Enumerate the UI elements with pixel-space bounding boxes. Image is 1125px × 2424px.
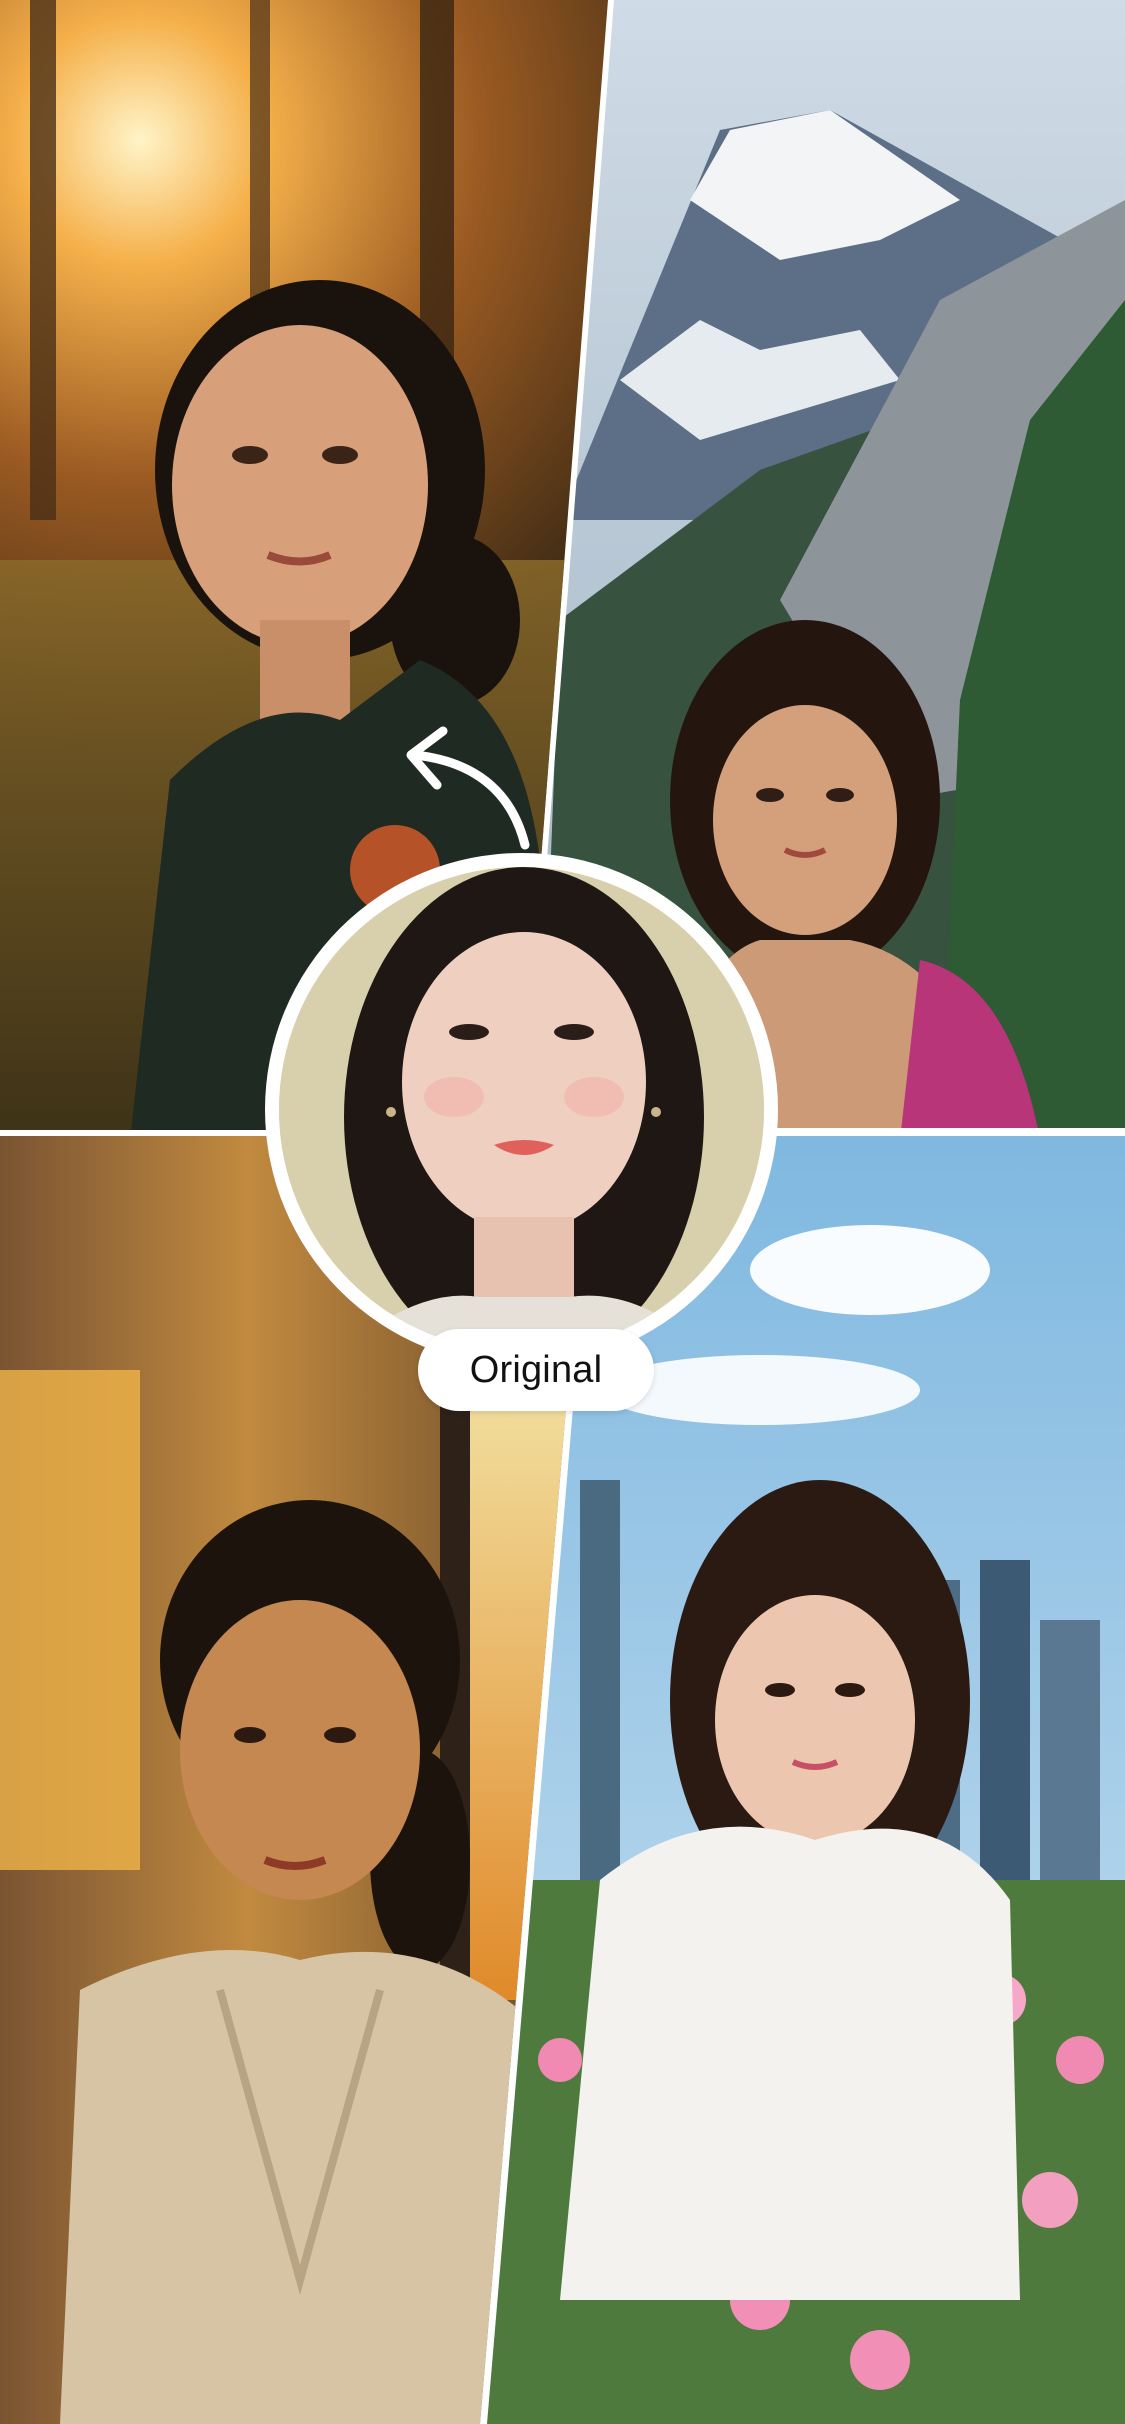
curved-arrow-icon: [406, 726, 530, 850]
original-photo: [279, 867, 764, 1352]
original-photo-frame: [265, 853, 778, 1366]
original-label-badge: Original: [418, 1329, 654, 1411]
original-label-text: Original: [469, 1348, 603, 1391]
photo-collage: Original: [0, 0, 1125, 2424]
